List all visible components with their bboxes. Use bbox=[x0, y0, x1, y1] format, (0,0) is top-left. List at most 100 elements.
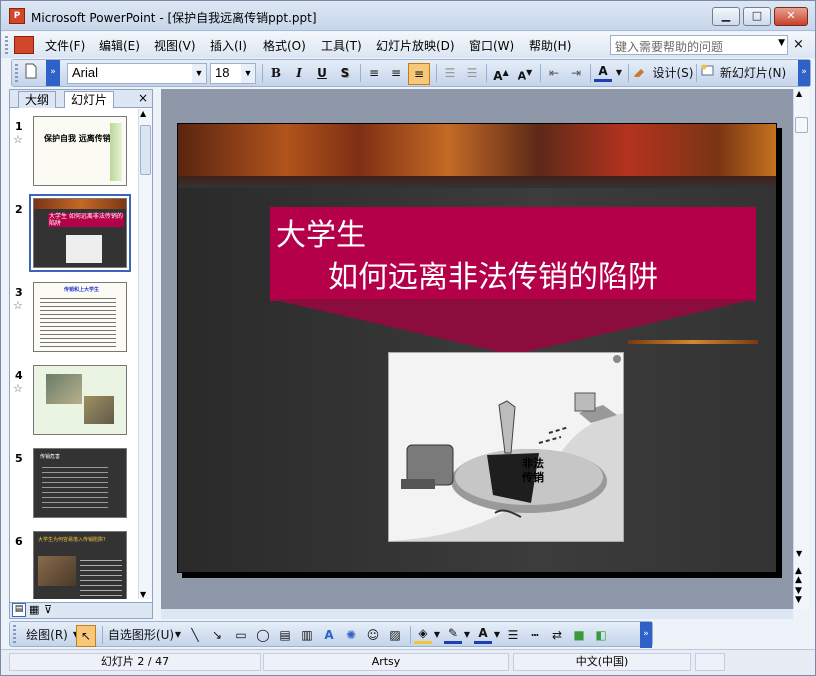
pane-close-button[interactable]: × bbox=[138, 91, 148, 105]
chevron-down-icon[interactable]: ▼ bbox=[778, 38, 785, 48]
horizontal-scrollbar[interactable] bbox=[161, 609, 793, 619]
tab-slides[interactable]: 幻灯片 bbox=[64, 91, 115, 108]
slide-scrollbar[interactable]: ▲ ▼ ▲ ▲ ▼ ▼ bbox=[793, 89, 809, 609]
normal-view-icon[interactable]: ▤ bbox=[12, 603, 26, 617]
align-left-icon[interactable]: ≡ bbox=[364, 63, 384, 85]
text-box-icon[interactable]: ▤ bbox=[276, 625, 294, 647]
arrow-icon[interactable]: ↘ bbox=[208, 625, 226, 647]
fill-color-icon[interactable]: ◈ bbox=[414, 625, 432, 644]
align-center-icon[interactable]: ≡ bbox=[386, 63, 406, 85]
slide-sorter-icon[interactable]: ▦ bbox=[29, 603, 39, 616]
design-icon[interactable] bbox=[632, 63, 646, 85]
slide-title-line2[interactable]: 如何远离非法传销的陷阱 bbox=[328, 252, 658, 296]
chevron-down-icon[interactable]: ▼ bbox=[192, 64, 206, 83]
scroll-down-icon[interactable]: ▼ bbox=[140, 590, 146, 599]
help-search-input[interactable]: 键入需要帮助的问题 ▼ bbox=[610, 35, 788, 55]
menu-format[interactable]: 格式(O) bbox=[263, 37, 306, 54]
line-icon[interactable]: ╲ bbox=[186, 625, 204, 647]
slide-title-line1[interactable]: 大学生 bbox=[276, 210, 366, 254]
font-color-button[interactable]: A bbox=[594, 63, 612, 82]
document-close-button[interactable]: × bbox=[793, 37, 804, 52]
menu-window[interactable]: 窗口(W) bbox=[469, 37, 514, 54]
slide-thumbnail[interactable]: 传销危害 bbox=[33, 448, 127, 518]
scroll-up-icon[interactable]: ▲ bbox=[140, 109, 146, 118]
scroll-thumb[interactable] bbox=[140, 125, 151, 175]
autoshapes-button[interactable]: 自选图形(U) bbox=[106, 625, 176, 647]
menu-edit[interactable]: 编辑(E) bbox=[99, 37, 140, 54]
italic-button[interactable]: I bbox=[289, 63, 309, 85]
toolbar-grip[interactable] bbox=[15, 64, 18, 82]
tab-outline[interactable]: 大纲 bbox=[18, 91, 57, 108]
menu-help[interactable]: 帮助(H) bbox=[529, 37, 571, 54]
toolbar-grip[interactable] bbox=[13, 625, 16, 643]
previous-slide-icon[interactable]: ▲ ▲ bbox=[795, 567, 802, 585]
increase-font-icon[interactable]: A▲ bbox=[490, 63, 512, 85]
underline-button[interactable]: U bbox=[312, 63, 332, 85]
scroll-down-icon[interactable]: ▼ bbox=[796, 549, 802, 558]
arrow-style-icon[interactable]: ⇄ bbox=[548, 625, 566, 647]
line-style-icon[interactable]: ☰ bbox=[504, 625, 522, 647]
chevron-down-icon[interactable]: ▼ bbox=[433, 625, 441, 647]
line-color-icon[interactable]: ✎ bbox=[444, 625, 462, 644]
slide-thumbnail[interactable]: 传销和上大学生 bbox=[33, 282, 127, 352]
menu-slideshow[interactable]: 幻灯片放映(D) bbox=[376, 37, 455, 54]
numbered-list-icon[interactable]: ☰ bbox=[440, 63, 460, 85]
align-right-icon[interactable]: ≡ bbox=[408, 63, 430, 85]
current-slide[interactable]: 大学生 如何远离非法传销的陷阱 非法传销 bbox=[177, 123, 777, 573]
toolbar-options-icon[interactable]: » bbox=[640, 622, 652, 648]
chevron-down-icon[interactable]: ▼ bbox=[493, 625, 501, 647]
decorative-line bbox=[628, 340, 758, 344]
minimize-button[interactable]: ▁ bbox=[712, 7, 740, 26]
scroll-thumb[interactable] bbox=[795, 117, 808, 133]
insert-picture-icon[interactable]: ▨ bbox=[386, 625, 404, 647]
toolbar-grip[interactable] bbox=[5, 36, 8, 54]
cartoon-image[interactable]: 非法传销 bbox=[388, 352, 624, 542]
menu-insert[interactable]: 插入(I) bbox=[210, 37, 247, 54]
chevron-down-icon[interactable]: ▼ bbox=[174, 625, 182, 647]
menu-file[interactable]: 文件(F) bbox=[45, 37, 85, 54]
chevron-down-icon[interactable]: ▼ bbox=[614, 63, 624, 85]
oval-icon[interactable]: ◯ bbox=[254, 625, 272, 647]
chevron-down-icon[interactable]: ▼ bbox=[463, 625, 471, 647]
maximize-button[interactable]: □ bbox=[743, 7, 771, 26]
decrease-font-icon[interactable]: A▼ bbox=[514, 63, 536, 85]
dash-style-icon[interactable]: ┅ bbox=[526, 625, 544, 647]
clip-art-icon[interactable]: ☺ bbox=[364, 625, 382, 647]
new-slide-icon[interactable] bbox=[700, 63, 714, 85]
font-name-select[interactable]: Arial ▼ bbox=[67, 63, 207, 84]
select-pointer-icon[interactable]: ↖ bbox=[76, 625, 96, 647]
bold-button[interactable]: B bbox=[266, 63, 286, 85]
diagram-icon[interactable]: ✺ bbox=[342, 625, 360, 647]
toolbar-options-icon[interactable]: » bbox=[798, 60, 810, 86]
next-slide-icon[interactable]: ▼ ▼ bbox=[795, 587, 802, 605]
increase-indent-icon[interactable]: ⇥ bbox=[566, 63, 586, 85]
slide-thumbnail[interactable] bbox=[33, 365, 127, 435]
slide-thumbnail[interactable]: 大学生为何容易落入传销陷阱? bbox=[33, 531, 127, 599]
bullet-list-icon[interactable]: ☰ bbox=[462, 63, 482, 85]
shadow-button[interactable]: S bbox=[335, 63, 355, 85]
document-icon[interactable] bbox=[14, 36, 34, 54]
vertical-text-box-icon[interactable]: ▥ bbox=[298, 625, 316, 647]
slide-thumbnail-selected[interactable]: 大学生 如何远离非法传销的陷阱 bbox=[29, 194, 131, 272]
chevron-down-icon[interactable]: ▼ bbox=[241, 64, 255, 83]
menu-view[interactable]: 视图(V) bbox=[154, 37, 196, 54]
design-button[interactable]: 设计(S) bbox=[652, 63, 694, 85]
shadow-style-icon[interactable]: ■ bbox=[570, 625, 588, 647]
slideshow-icon[interactable]: ⊽ bbox=[44, 603, 52, 616]
draw-menu-button[interactable]: 绘图(R) bbox=[20, 625, 74, 647]
slide-thumbnail[interactable]: 保护自我 远离传销 bbox=[33, 116, 127, 186]
rectangle-icon[interactable]: ▭ bbox=[232, 625, 250, 647]
powerpoint-app-icon[interactable]: P bbox=[9, 8, 25, 24]
thumbnail-scrollbar[interactable]: ▲ ▼ bbox=[138, 109, 152, 599]
decrease-indent-icon[interactable]: ⇤ bbox=[544, 63, 564, 85]
menu-tools[interactable]: 工具(T) bbox=[321, 37, 362, 54]
font-size-select[interactable]: 18 ▼ bbox=[210, 63, 256, 84]
toolbar-options-icon[interactable]: » bbox=[46, 60, 60, 86]
font-color-icon[interactable]: A bbox=[474, 625, 492, 644]
wordart-icon[interactable]: A bbox=[320, 625, 338, 647]
scroll-up-icon[interactable]: ▲ bbox=[796, 89, 802, 98]
close-button[interactable]: ✕ bbox=[774, 7, 808, 26]
new-document-icon[interactable] bbox=[22, 63, 40, 85]
3d-style-icon[interactable]: ◧ bbox=[592, 625, 610, 647]
new-slide-button[interactable]: 新幻灯片(N) bbox=[718, 63, 788, 85]
